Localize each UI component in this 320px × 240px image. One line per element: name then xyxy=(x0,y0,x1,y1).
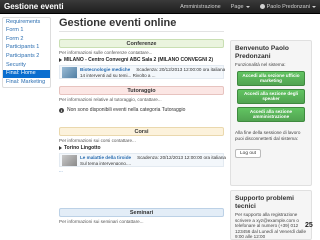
admin-section-button[interactable]: Accedi alla sezione amministrazione xyxy=(237,106,305,123)
top-navbar: Gestione eventi Amministrazione Page Pao… xyxy=(0,0,320,14)
triangle-right-icon xyxy=(59,58,62,62)
sidebar-item-form-1[interactable]: Form 1 xyxy=(3,27,50,36)
empty-notice: i Non sono disponibili eventi nella cate… xyxy=(59,107,224,113)
nav-page-label: Page xyxy=(230,3,244,10)
page-title: Gestione eventi online xyxy=(59,17,177,29)
welcome-panel: Benvenuto Paolo Predonzani Funzionalità … xyxy=(230,40,312,186)
nav-user-dropdown[interactable]: Paolo Predonzani xyxy=(259,3,316,10)
event-thumbnail xyxy=(62,155,77,166)
section-tutoraggio: Tutoraggio Per informazioni relative al … xyxy=(59,86,224,113)
chevron-down-icon xyxy=(312,5,316,8)
app-brand[interactable]: Gestione eventi xyxy=(4,2,64,11)
section-subtext: Per informazioni sui corsi contattare... xyxy=(59,138,136,143)
section-header: Seminari xyxy=(59,208,224,217)
event-group-title: Torino Lingotto xyxy=(64,145,101,151)
section-seminari: Seminari Per informazioni sui seminari c… xyxy=(59,208,224,224)
slide-page-number: 25 xyxy=(305,222,313,229)
notice-text: Non sono disponibili eventi nella catego… xyxy=(67,107,186,113)
sidebar-item-form-2[interactable]: Form 2 xyxy=(3,35,50,44)
event-details: Biotecnologie mediche Scadenza: 20/12/20… xyxy=(80,67,225,77)
sidebar-item-requirements[interactable]: Requirements xyxy=(3,18,50,27)
speaker-section-button[interactable]: Accedi alla sezione degli speaker xyxy=(237,88,305,104)
user-icon xyxy=(259,4,265,9)
marketing-section-button[interactable]: Accedi alla sezione ufficio marketing xyxy=(237,70,305,86)
nav-page-dropdown[interactable]: Page xyxy=(231,4,250,10)
event-group: Torino Lingotto xyxy=(59,145,224,151)
sidebar-item-final-home[interactable]: Final: Home xyxy=(3,69,50,79)
support-title: Supporto problemi tecnici xyxy=(235,195,294,210)
triangle-right-icon xyxy=(59,146,62,150)
event-group: MILANO - Centro Convegni ABC Sala 2 (MIL… xyxy=(59,57,224,63)
nav-user-label: Paolo Predonzani xyxy=(266,3,310,10)
sidebar-item-participants-2[interactable]: Participants 2 xyxy=(3,52,50,61)
sidebar-item-participants-1[interactable]: Participants 1 xyxy=(3,44,50,53)
welcome-title: Benvenuto Paolo Predonzani xyxy=(235,45,289,60)
section-subtext: Per informazioni sui seminari contattare… xyxy=(59,219,144,224)
event-group-title: MILANO - Centro Convegni ABC Sala 2 (MIL… xyxy=(64,57,213,63)
support-panel: Supporto problemi tecnici Per supporto a… xyxy=(230,190,312,240)
info-icon: i xyxy=(59,107,64,113)
sidebar-nav: Requirements Form 1 Form 2 Participants … xyxy=(2,17,51,88)
section-header: Corsi xyxy=(59,127,224,136)
logout-hint: Alla fine della sessione di lavoro puoi … xyxy=(235,130,301,141)
section-header: Conferenze xyxy=(59,39,224,48)
functions-label: Funzionalità nel sistema: xyxy=(235,62,286,67)
sidebar-item-security[interactable]: Security xyxy=(3,61,50,70)
event-row[interactable]: Le malattie della tiroide Scadenza: 20/1… xyxy=(59,153,226,167)
section-conferenze: Conferenze Per informazioni sulle confer… xyxy=(59,39,225,79)
more-events-link[interactable]: ... xyxy=(59,168,224,173)
logout-button[interactable]: Log out xyxy=(235,149,262,159)
event-thumbnail xyxy=(62,67,77,78)
event-details: Le malattie della tiroide Scadenza: 20/1… xyxy=(80,155,226,165)
nav-admin-link[interactable]: Amministrazione xyxy=(180,4,221,10)
chevron-down-icon xyxy=(245,5,250,8)
section-subtext: Per informazioni relative al tutoraggio,… xyxy=(59,97,162,102)
section-header: Tutoraggio xyxy=(59,86,224,95)
event-subtitle: Sul tema intervengono.... xyxy=(80,160,132,165)
sidebar-item-final-marketing[interactable]: Final: Marketing xyxy=(3,78,50,87)
event-subtitle: 14 interventi ad su temi... Rivolto a ..… xyxy=(80,72,156,77)
section-subtext: Per informazioni sulle conferenze contat… xyxy=(59,50,153,55)
event-row[interactable]: Biotecnologie mediche Scadenza: 20/12/20… xyxy=(59,65,225,79)
support-text: Per supporto alla registrazione scrivere… xyxy=(235,212,307,239)
section-corsi: Corsi Per informazioni sui corsi contatt… xyxy=(59,127,226,173)
title-divider xyxy=(59,31,224,32)
